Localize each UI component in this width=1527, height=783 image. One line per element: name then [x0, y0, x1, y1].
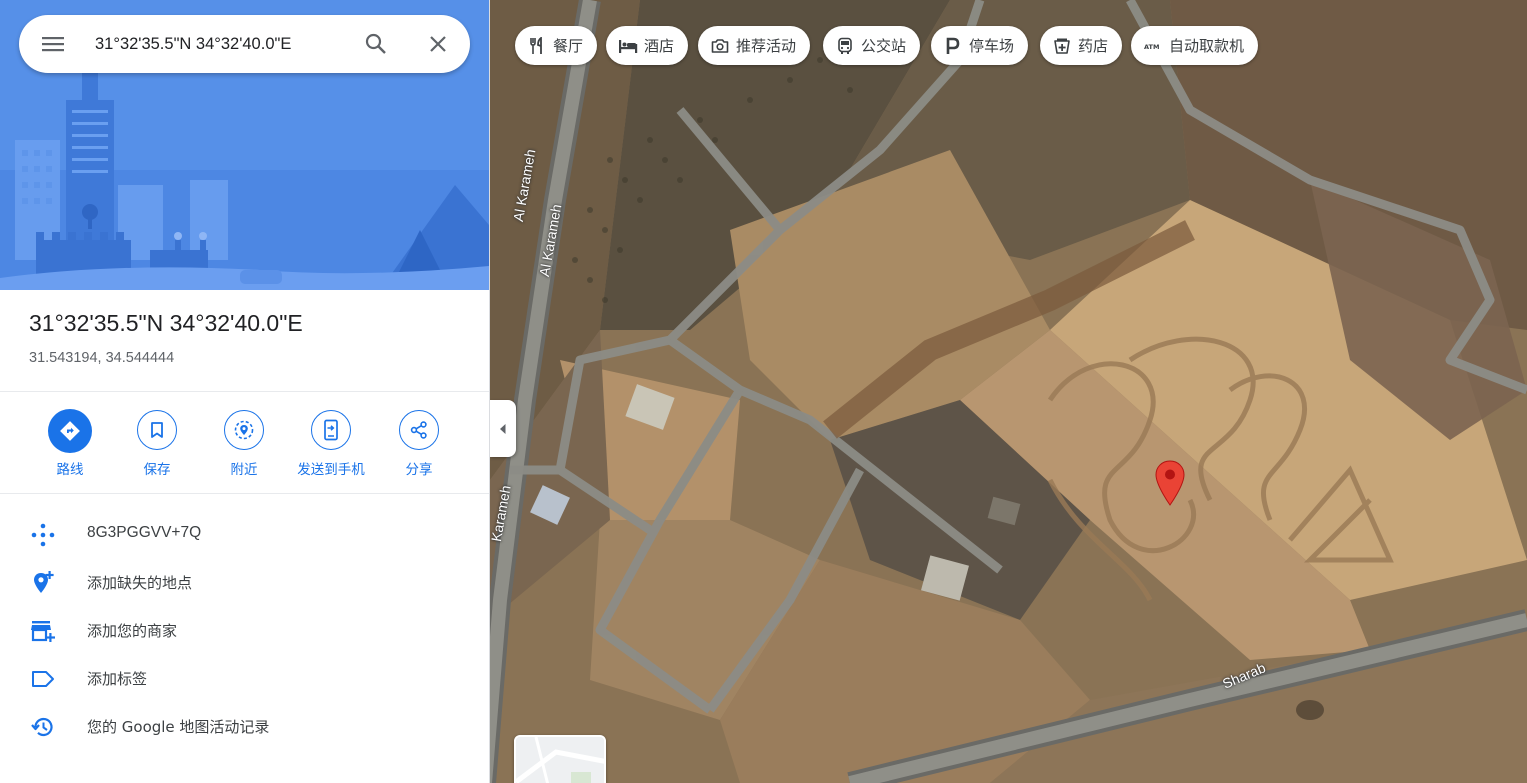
- side-panel: 31°32'35.5"N 34°32'40.0"E 31.543194, 34.…: [0, 0, 490, 783]
- chip-label: 药店: [1078, 37, 1109, 55]
- chip-label: 自动取款机: [1169, 37, 1245, 55]
- share-button[interactable]: 分享: [375, 410, 463, 480]
- nearby-icon: [234, 420, 254, 440]
- layers-toggle[interactable]: [514, 735, 606, 783]
- camera-icon: [711, 38, 729, 53]
- restaurant-icon: [530, 36, 542, 54]
- send-to-phone-label: 发送到手机: [297, 462, 365, 478]
- add-missing-place: 添加缺失的地点: [87, 574, 193, 592]
- chip-label: 酒店: [644, 37, 675, 55]
- send-to-phone-button[interactable]: 发送到手机: [287, 410, 375, 480]
- search-input[interactable]: [95, 32, 345, 56]
- plus-code-row[interactable]: 8G3PGGVV+7Q: [0, 512, 489, 556]
- chip-atm[interactable]: ATM 自动取款机: [1131, 26, 1259, 65]
- chip-things-to-do[interactable]: 推荐活动: [698, 26, 811, 65]
- map-layer-thumbnail: [516, 737, 604, 783]
- bookmark-icon: [151, 422, 163, 438]
- share-label: 分享: [405, 462, 433, 478]
- add-label-row[interactable]: 添加标签: [0, 656, 489, 700]
- directions-label: 路线: [56, 462, 84, 478]
- share-icon: [410, 421, 427, 439]
- location-pin-icon: [1155, 460, 1185, 506]
- plus-code: 8G3PGGVV+7Q: [87, 524, 202, 541]
- menu-icon: [42, 37, 64, 52]
- satellite-map[interactable]: Al Karameh Al Karameh Sharab Karameh 餐厅: [490, 0, 1527, 783]
- search-icon: [365, 33, 386, 54]
- maps-activity-row[interactable]: 您的 Google 地图活动记录: [0, 704, 489, 748]
- chip-hotels[interactable]: 酒店: [606, 26, 689, 65]
- chip-pharmacy[interactable]: 药店: [1040, 26, 1123, 65]
- hotel-icon: [619, 39, 638, 53]
- add-business-icon: [31, 621, 55, 642]
- save-label: 保存: [143, 462, 171, 478]
- nearby-button[interactable]: 附近: [200, 410, 288, 480]
- add-business: 添加您的商家: [87, 622, 178, 640]
- save-button[interactable]: 保存: [113, 410, 201, 480]
- transit-icon: [838, 37, 852, 54]
- directions-icon: [60, 421, 80, 441]
- svg-text:ATM: ATM: [1144, 43, 1159, 51]
- add-missing-place-row[interactable]: 添加缺失的地点: [0, 560, 489, 604]
- chip-label: 公交站: [861, 37, 907, 55]
- label-icon: [32, 671, 54, 687]
- close-icon: [430, 36, 446, 52]
- divider: [0, 391, 489, 392]
- chip-label: 停车场: [969, 37, 1015, 55]
- chip-restaurants[interactable]: 餐厅: [515, 26, 598, 65]
- chip-label: 推荐活动: [736, 37, 797, 55]
- place-title: 31°32'35.5"N 34°32'40.0"E: [29, 310, 303, 336]
- add-business-row[interactable]: 添加您的商家: [0, 608, 489, 652]
- divider: [0, 493, 489, 494]
- satellite-imagery: [490, 0, 1527, 783]
- collapse-panel-button[interactable]: [490, 400, 516, 457]
- atm-icon: ATM: [1144, 43, 1159, 51]
- directions-button[interactable]: 路线: [26, 409, 114, 480]
- plus-code-icon: [31, 523, 55, 547]
- chip-transit[interactable]: 公交站: [823, 26, 921, 65]
- search-box: [19, 15, 470, 73]
- pharmacy-icon: [1054, 38, 1070, 54]
- decimal-coordinates: 31.543194, 34.544444: [29, 350, 175, 366]
- history-icon: [31, 717, 53, 737]
- menu-button[interactable]: [30, 15, 76, 73]
- send-to-phone-icon: [324, 419, 338, 441]
- nearby-label: 附近: [230, 462, 258, 478]
- parking-icon: [946, 37, 960, 54]
- chevron-left-icon: [500, 423, 506, 434]
- add-location-icon: [34, 571, 54, 593]
- add-label: 添加标签: [87, 670, 148, 688]
- chip-label: 餐厅: [553, 37, 584, 55]
- maps-activity: 您的 Google 地图活动记录: [87, 718, 270, 736]
- search-button[interactable]: [353, 15, 399, 73]
- chip-parking[interactable]: 停车场: [931, 26, 1029, 65]
- clear-search-button[interactable]: [415, 15, 461, 73]
